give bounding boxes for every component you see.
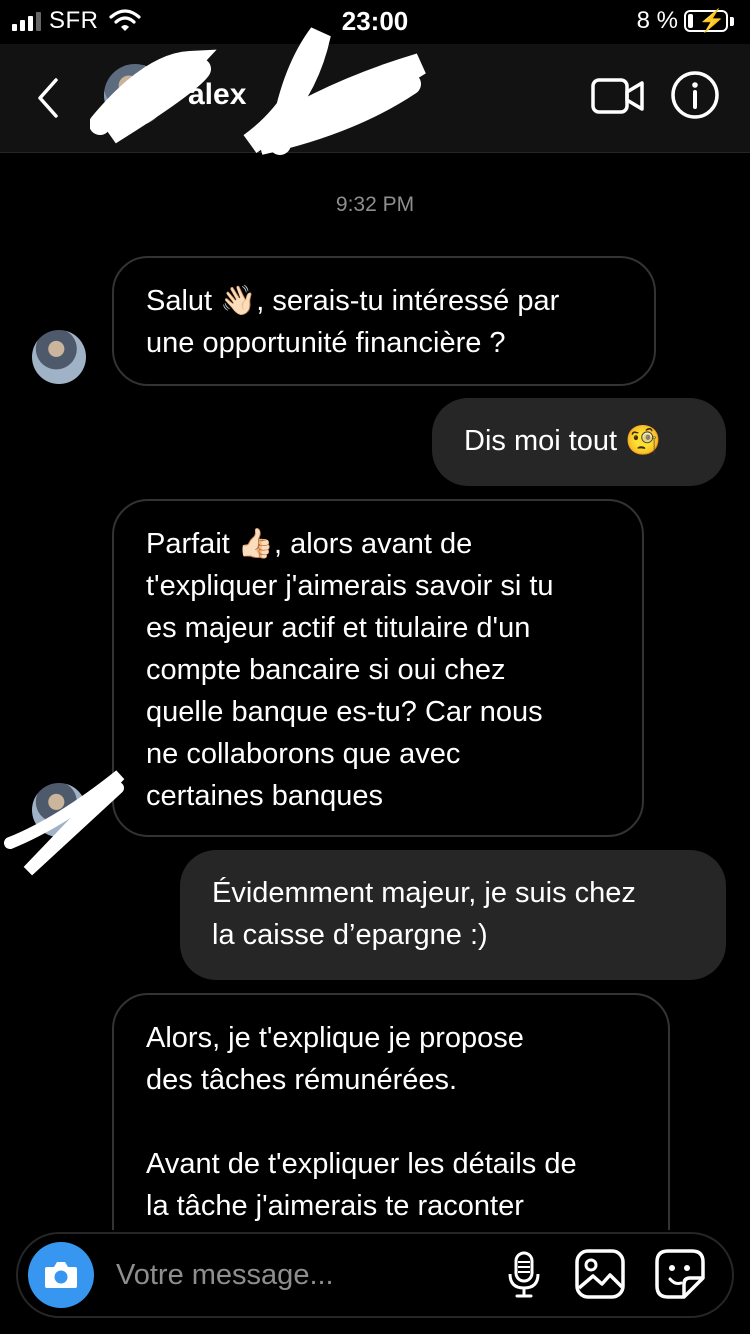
camera-button[interactable] [28,1242,94,1308]
incoming-message[interactable]: Parfait 👍🏻, alors avant de t'expliquer j… [112,499,644,837]
message-timestamp: 9:32 PM [335,193,415,216]
outgoing-message[interactable]: Évidemment majeur, je suis chez la caiss… [180,850,726,980]
info-icon[interactable] [670,70,720,120]
sender-avatar[interactable] [32,330,86,384]
microphone-icon[interactable] [504,1250,544,1300]
contact-name[interactable]: alex [188,78,246,112]
status-right: 8 % ⚡ [637,7,734,35]
sticker-icon[interactable] [654,1248,706,1300]
battery-icon: ⚡ [684,9,728,33]
message-input[interactable] [114,1252,478,1298]
outgoing-message[interactable]: Dis moi tout 🧐 [432,398,726,486]
incoming-message[interactable]: Salut 👋🏻, serais-tu intéressé par une op… [112,256,656,386]
back-chevron-icon[interactable] [30,72,70,124]
conversation-header: alex [0,27,750,155]
gallery-icon[interactable] [574,1248,626,1300]
sender-avatar[interactable] [32,783,86,837]
video-call-icon[interactable] [590,74,646,118]
battery-tip [730,16,734,26]
camera-icon [45,1262,77,1288]
contact-avatar[interactable] [104,64,166,126]
message-list[interactable]: 9:32 PM Salut 👋🏻, serais-tu intéressé pa… [0,153,750,1230]
status-bar: SFR 23:00 8 % ⚡ [0,0,750,44]
incoming-message[interactable]: Alors, je t'explique je propose des tâch… [112,993,670,1230]
battery-percent: 8 % [636,7,678,34]
message-composer [16,1232,734,1318]
